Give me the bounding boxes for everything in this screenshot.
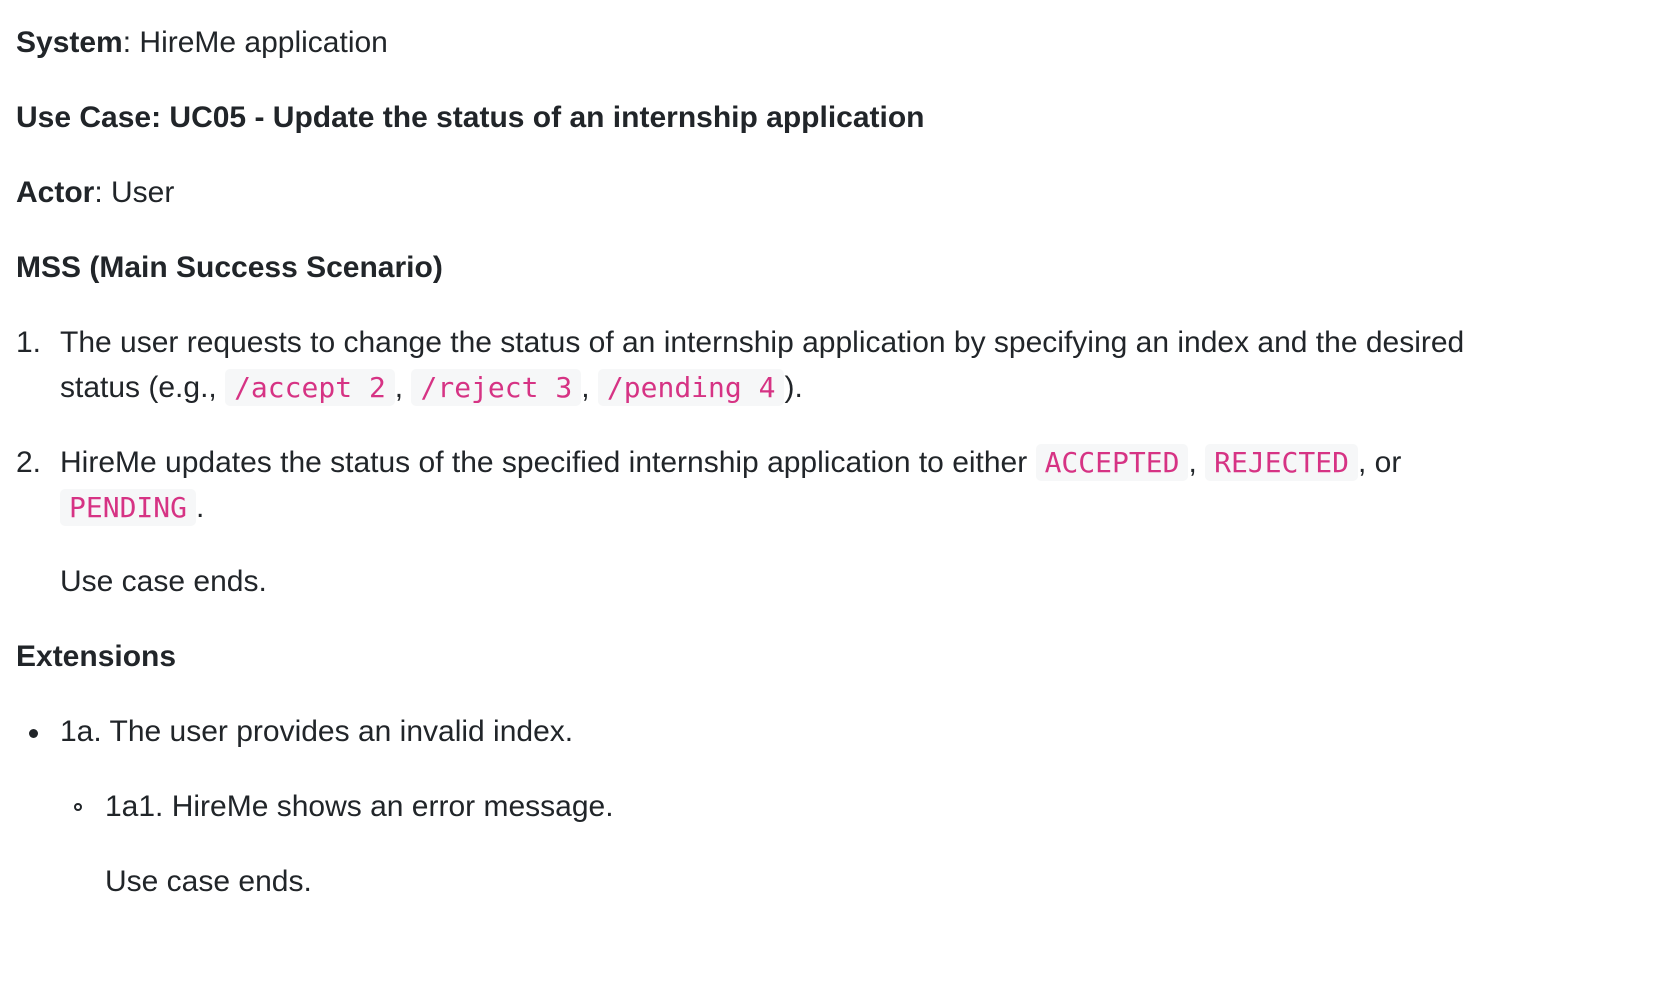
code-reject: /reject 3 xyxy=(411,369,582,406)
system-label: System xyxy=(16,26,123,59)
step-1-number: 1. xyxy=(16,326,42,359)
mss-heading: MSS (Main Success Scenario) xyxy=(16,244,443,292)
step-2-end: . xyxy=(196,491,205,524)
step-2-number: 2. xyxy=(16,446,42,479)
actor-value: : User xyxy=(94,176,175,209)
extension-sub-item-text: 1a1. HireMe shows an error message. xyxy=(105,790,614,823)
separator: , xyxy=(1188,446,1197,479)
extension-use-case-ends-text: Use case ends. xyxy=(105,865,312,898)
extension-sub-after: Use case ends. xyxy=(105,858,312,906)
use-case-title: Use Case: UC05 - Update the status of an… xyxy=(16,94,925,142)
system-line: System: HireMe application xyxy=(16,19,388,67)
step-2-text: HireMe updates the status of the specifi… xyxy=(60,446,1036,479)
step-2-after: Use case ends. xyxy=(60,558,267,606)
step-1-text: The user requests to change the status o… xyxy=(60,326,1465,359)
mss-heading-text: MSS (Main Success Scenario) xyxy=(16,251,443,284)
separator: , xyxy=(394,371,404,404)
extension-item: 1a. The user provides an invalid index. xyxy=(60,708,573,756)
actor-line: Actor: User xyxy=(16,169,174,217)
step-2-line-2: PENDING. xyxy=(60,484,204,532)
system-value: : HireMe application xyxy=(122,26,388,59)
use-case-title-text: Use Case: UC05 - Update the status of an… xyxy=(16,101,925,134)
extension-sub-item: 1a1. HireMe shows an error message. xyxy=(105,783,614,831)
step-1-suffix: ). xyxy=(784,371,803,404)
or-text: , or xyxy=(1357,446,1402,479)
use-case-document: System: HireMe application Use Case: UC0… xyxy=(0,0,1676,996)
step-2-line-1: 2. HireMe updates the status of the speci… xyxy=(16,439,1401,487)
use-case-ends-text: Use case ends. xyxy=(60,565,267,598)
step-1-line-2: status (e.g., /accept 2, /reject 3, /pen… xyxy=(60,364,803,412)
extensions-heading: Extensions xyxy=(16,633,176,681)
actor-label: Actor xyxy=(16,176,95,209)
bullet-circle-icon xyxy=(74,803,82,811)
extensions-heading-text: Extensions xyxy=(16,640,177,673)
code-pending: /pending 4 xyxy=(597,369,785,406)
code-pending-status: PENDING xyxy=(60,489,197,526)
step-1-prefix: status (e.g., xyxy=(60,371,226,404)
separator: , xyxy=(581,371,590,404)
extension-item-text: 1a. The user provides an invalid index. xyxy=(60,715,574,748)
bullet-disc-icon xyxy=(29,729,38,738)
code-accept: /accept 2 xyxy=(225,369,395,406)
code-rejected: REJECTED xyxy=(1205,444,1358,481)
code-accepted: ACCEPTED xyxy=(1035,444,1189,481)
step-1-line-1: 1. The user requests to change the status… xyxy=(16,319,1464,367)
